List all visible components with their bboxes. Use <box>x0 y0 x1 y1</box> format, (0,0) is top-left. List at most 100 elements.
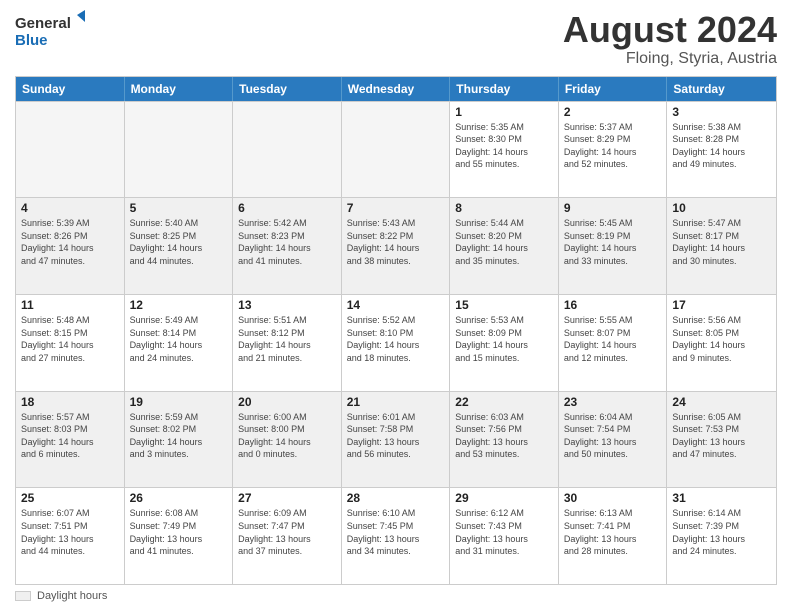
header-day-monday: Monday <box>125 77 234 101</box>
title-block: August 2024 Floing, Styria, Austria <box>563 10 777 68</box>
cal-cell: 14 Sunrise: 5:52 AM Sunset: 8:10 PM Dayli… <box>342 295 451 391</box>
cal-cell: 30Sunrise: 6:13 AM Sunset: 7:41 PM Dayli… <box>559 488 668 584</box>
cal-cell: 8Sunrise: 5:44 AM Sunset: 8:20 PM Daylig… <box>450 198 559 294</box>
day-info: Sunrise: 5:55 AM Sunset: 8:07 PM Dayligh… <box>564 314 662 364</box>
day-info: Sunrise: 6:01 AM Sunset: 7:58 PM Dayligh… <box>347 411 445 461</box>
cal-cell: 26 Sunrise: 6:08 AM Sunset: 7:49 PM Dayli… <box>125 488 234 584</box>
day-number: 30 <box>564 491 662 505</box>
cal-row-1: 4 Sunrise: 5:39 AM Sunset: 8:26 PM Daylig… <box>16 197 776 294</box>
cal-cell: 6Sunrise: 5:42 AM Sunset: 8:23 PM Daylig… <box>233 198 342 294</box>
day-info: Sunrise: 5:51 AM Sunset: 8:12 PM Dayligh… <box>238 314 336 364</box>
day-number: 28 <box>347 491 445 505</box>
cal-row-4: 25Sunrise: 6:07 AM Sunset: 7:51 PM Dayli… <box>16 487 776 584</box>
header-day-tuesday: Tuesday <box>233 77 342 101</box>
day-number: 27 <box>238 491 336 505</box>
day-number: 17 <box>672 298 771 312</box>
day-number: 19 <box>130 395 228 409</box>
cal-cell: 21 Sunrise: 6:01 AM Sunset: 7:58 PM Dayli… <box>342 392 451 488</box>
day-info: Sunrise: 5:52 AM Sunset: 8:10 PM Dayligh… <box>347 314 445 364</box>
cal-cell: 24Sunrise: 6:05 AM Sunset: 7:53 PM Dayli… <box>667 392 776 488</box>
day-info: Sunrise: 6:04 AM Sunset: 7:54 PM Dayligh… <box>564 411 662 461</box>
cal-cell: 18 Sunrise: 5:57 AM Sunset: 8:03 PM Dayli… <box>16 392 125 488</box>
cal-cell: 31Sunrise: 6:14 AM Sunset: 7:39 PM Dayli… <box>667 488 776 584</box>
day-info: Sunrise: 6:08 AM Sunset: 7:49 PM Dayligh… <box>130 507 228 557</box>
cal-cell: 16 Sunrise: 5:55 AM Sunset: 8:07 PM Dayli… <box>559 295 668 391</box>
day-info: Sunrise: 5:47 AM Sunset: 8:17 PM Dayligh… <box>672 217 771 267</box>
logo: General Blue <box>15 10 85 60</box>
day-info: Sunrise: 5:40 AM Sunset: 8:25 PM Dayligh… <box>130 217 228 267</box>
day-number: 21 <box>347 395 445 409</box>
day-info: Sunrise: 5:35 AM Sunset: 8:30 PM Dayligh… <box>455 121 553 171</box>
calendar-body: 1 Sunrise: 5:35 AM Sunset: 8:30 PM Daylig… <box>16 101 776 584</box>
cal-cell: 12 Sunrise: 5:49 AM Sunset: 8:14 PM Dayli… <box>125 295 234 391</box>
day-info: Sunrise: 5:59 AM Sunset: 8:02 PM Dayligh… <box>130 411 228 461</box>
cal-cell: 3 Sunrise: 5:38 AM Sunset: 8:28 PM Daylig… <box>667 102 776 198</box>
subtitle: Floing, Styria, Austria <box>563 50 777 68</box>
cal-cell: 10 Sunrise: 5:47 AM Sunset: 8:17 PM Dayli… <box>667 198 776 294</box>
cal-cell: 28 Sunrise: 6:10 AM Sunset: 7:45 PM Dayli… <box>342 488 451 584</box>
day-info: Sunrise: 6:09 AM Sunset: 7:47 PM Dayligh… <box>238 507 336 557</box>
day-info: Sunrise: 6:03 AM Sunset: 7:56 PM Dayligh… <box>455 411 553 461</box>
day-number: 2 <box>564 105 662 119</box>
legend: Daylight hours <box>15 590 777 602</box>
day-number: 23 <box>564 395 662 409</box>
day-info: Sunrise: 5:57 AM Sunset: 8:03 PM Dayligh… <box>21 411 119 461</box>
day-number: 18 <box>21 395 119 409</box>
day-number: 20 <box>238 395 336 409</box>
cal-cell: 17 Sunrise: 5:56 AM Sunset: 8:05 PM Dayli… <box>667 295 776 391</box>
day-number: 25 <box>21 491 119 505</box>
day-number: 3 <box>672 105 771 119</box>
day-info: Sunrise: 6:10 AM Sunset: 7:45 PM Dayligh… <box>347 507 445 557</box>
day-number: 13 <box>238 298 336 312</box>
legend-box <box>15 591 31 601</box>
cal-cell: 4 Sunrise: 5:39 AM Sunset: 8:26 PM Daylig… <box>16 198 125 294</box>
cal-cell: 19 Sunrise: 5:59 AM Sunset: 8:02 PM Dayli… <box>125 392 234 488</box>
day-number: 9 <box>564 201 662 215</box>
day-info: Sunrise: 6:14 AM Sunset: 7:39 PM Dayligh… <box>672 507 771 557</box>
calendar: SundayMondayTuesdayWednesdayThursdayFrid… <box>15 76 777 585</box>
day-number: 12 <box>130 298 228 312</box>
cal-cell: 15Sunrise: 5:53 AM Sunset: 8:09 PM Dayli… <box>450 295 559 391</box>
cal-cell <box>125 102 234 198</box>
day-number: 10 <box>672 201 771 215</box>
header-day-wednesday: Wednesday <box>342 77 451 101</box>
header-day-sunday: Sunday <box>16 77 125 101</box>
day-info: Sunrise: 5:45 AM Sunset: 8:19 PM Dayligh… <box>564 217 662 267</box>
day-number: 14 <box>347 298 445 312</box>
cal-cell: 22 Sunrise: 6:03 AM Sunset: 7:56 PM Dayli… <box>450 392 559 488</box>
cal-cell: 5 Sunrise: 5:40 AM Sunset: 8:25 PM Daylig… <box>125 198 234 294</box>
header: General Blue August 2024 Floing, Styria,… <box>15 10 777 68</box>
cal-cell <box>233 102 342 198</box>
day-info: Sunrise: 5:56 AM Sunset: 8:05 PM Dayligh… <box>672 314 771 364</box>
day-number: 26 <box>130 491 228 505</box>
day-number: 1 <box>455 105 553 119</box>
cal-cell: 25Sunrise: 6:07 AM Sunset: 7:51 PM Dayli… <box>16 488 125 584</box>
day-number: 22 <box>455 395 553 409</box>
day-info: Sunrise: 5:38 AM Sunset: 8:28 PM Dayligh… <box>672 121 771 171</box>
cal-row-3: 18 Sunrise: 5:57 AM Sunset: 8:03 PM Dayli… <box>16 391 776 488</box>
header-day-thursday: Thursday <box>450 77 559 101</box>
day-number: 6 <box>238 201 336 215</box>
cal-cell: 13 Sunrise: 5:51 AM Sunset: 8:12 PM Dayli… <box>233 295 342 391</box>
day-info: Sunrise: 5:43 AM Sunset: 8:22 PM Dayligh… <box>347 217 445 267</box>
day-info: Sunrise: 5:39 AM Sunset: 8:26 PM Dayligh… <box>21 217 119 267</box>
cal-cell <box>342 102 451 198</box>
day-info: Sunrise: 5:49 AM Sunset: 8:14 PM Dayligh… <box>130 314 228 364</box>
day-number: 16 <box>564 298 662 312</box>
day-info: Sunrise: 6:05 AM Sunset: 7:53 PM Dayligh… <box>672 411 771 461</box>
cal-cell: 20 Sunrise: 6:00 AM Sunset: 8:00 PM Dayli… <box>233 392 342 488</box>
day-number: 8 <box>455 201 553 215</box>
cal-cell: 23 Sunrise: 6:04 AM Sunset: 7:54 PM Dayli… <box>559 392 668 488</box>
day-info: Sunrise: 6:00 AM Sunset: 8:00 PM Dayligh… <box>238 411 336 461</box>
cal-cell: 27 Sunrise: 6:09 AM Sunset: 7:47 PM Dayli… <box>233 488 342 584</box>
day-info: Sunrise: 5:53 AM Sunset: 8:09 PM Dayligh… <box>455 314 553 364</box>
calendar-header: SundayMondayTuesdayWednesdayThursdayFrid… <box>16 77 776 101</box>
day-number: 4 <box>21 201 119 215</box>
day-number: 7 <box>347 201 445 215</box>
day-info: Sunrise: 6:12 AM Sunset: 7:43 PM Dayligh… <box>455 507 553 557</box>
main-title: August 2024 <box>563 10 777 50</box>
cal-row-2: 11Sunrise: 5:48 AM Sunset: 8:15 PM Dayli… <box>16 294 776 391</box>
legend-label: Daylight hours <box>37 590 107 602</box>
header-day-saturday: Saturday <box>667 77 776 101</box>
day-number: 5 <box>130 201 228 215</box>
